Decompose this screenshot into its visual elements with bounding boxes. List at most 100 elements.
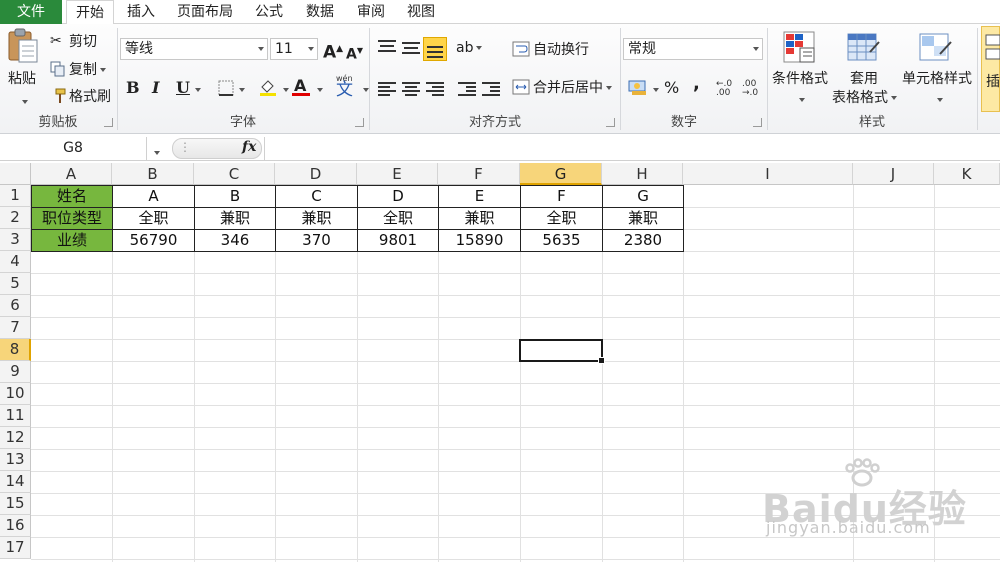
number-format-combo[interactable]: 常规 [623, 38, 763, 60]
name-box[interactable]: G8 [0, 137, 147, 160]
alignment-launcher-icon[interactable] [606, 118, 615, 127]
name-box-dropdown-icon[interactable] [151, 145, 160, 160]
accounting-dropdown-icon[interactable] [650, 82, 659, 97]
shrink-font-icon[interactable]: A▼ [346, 41, 363, 65]
align-bottom-icon[interactable] [423, 37, 447, 61]
clipboard-launcher-icon[interactable] [104, 118, 113, 127]
cell-b3[interactable]: 56790 [113, 230, 194, 251]
row-header-3[interactable]: 3 [0, 229, 31, 251]
active-cell-g8[interactable] [519, 339, 605, 364]
paste-dropdown-icon[interactable] [19, 94, 28, 109]
cell-b2[interactable]: 全职 [113, 208, 194, 229]
cell-c3[interactable]: 346 [195, 230, 275, 251]
row-header-9[interactable]: 9 [0, 361, 31, 383]
font-launcher-icon[interactable] [355, 118, 364, 127]
cell-g3[interactable]: 5635 [521, 230, 602, 251]
italic-button[interactable]: I [152, 78, 159, 98]
cell-f2[interactable]: 兼职 [439, 208, 520, 229]
align-middle-icon[interactable] [402, 42, 420, 56]
cell-d1[interactable]: C [276, 186, 357, 207]
cell-d3[interactable]: 370 [276, 230, 357, 251]
tab-insert[interactable]: 插入 [118, 0, 164, 24]
insert-function-icon[interactable]: fx [242, 139, 256, 155]
align-top-icon[interactable] [378, 40, 396, 54]
cell-styles-button[interactable]: 单元格样式 [902, 70, 972, 88]
format-painter-button[interactable]: 格式刷 [69, 88, 111, 106]
column-header-h[interactable]: H [602, 163, 683, 185]
percent-button[interactable]: % [664, 78, 679, 98]
row-header-5[interactable]: 5 [0, 273, 31, 295]
cell-h1[interactable]: G [603, 186, 683, 207]
row-header-10[interactable]: 10 [0, 383, 31, 405]
decrease-indent-icon[interactable] [458, 82, 476, 96]
table-format-label-1[interactable]: 套用 [850, 70, 878, 88]
cell-b1[interactable]: A [113, 186, 194, 207]
cell-a2[interactable]: 职位类型 [32, 208, 112, 229]
tab-page-layout[interactable]: 页面布局 [168, 0, 242, 24]
phonetic-dropdown-icon[interactable] [360, 82, 369, 97]
cell-h2[interactable]: 兼职 [603, 208, 683, 229]
cell-a1[interactable]: 姓名 [32, 186, 112, 207]
column-header-k[interactable]: K [934, 163, 1000, 185]
row-header-4[interactable]: 4 [0, 251, 31, 273]
paste-button[interactable]: 粘贴 [8, 70, 36, 88]
row-header-15[interactable]: 15 [0, 493, 31, 515]
cell-e2[interactable]: 全职 [358, 208, 438, 229]
underline-button[interactable]: U [176, 78, 190, 98]
align-center-icon[interactable] [402, 82, 420, 96]
column-header-b[interactable]: B [112, 163, 194, 185]
cell-f3[interactable]: 15890 [439, 230, 520, 251]
tab-data[interactable]: 数据 [296, 0, 344, 24]
column-header-i[interactable]: I [683, 163, 853, 185]
cell-d2[interactable]: 兼职 [276, 208, 357, 229]
wrap-text-button[interactable]: 自动换行 [533, 41, 589, 59]
row-header-16[interactable]: 16 [0, 515, 31, 537]
insert-cells-button[interactable]: 插 [981, 26, 1000, 112]
increase-indent-icon[interactable] [482, 82, 500, 96]
copy-button[interactable]: 复制 [69, 61, 106, 79]
fill-color-icon[interactable] [258, 77, 278, 101]
number-launcher-icon[interactable] [753, 118, 762, 127]
cell-e3[interactable]: 9801 [358, 230, 438, 251]
column-header-c[interactable]: C [194, 163, 275, 185]
increase-decimal-icon[interactable]: ←.0.00 [716, 80, 732, 98]
tab-file[interactable]: 文件 [0, 0, 62, 24]
merge-center-button[interactable]: 合并后居中 [533, 79, 612, 97]
row-header-12[interactable]: 12 [0, 427, 31, 449]
border-icon[interactable] [218, 80, 234, 100]
align-right-icon[interactable] [426, 82, 444, 96]
row-header-2[interactable]: 2 [0, 207, 31, 229]
cell-h3[interactable]: 2380 [603, 230, 683, 251]
underline-dropdown-icon[interactable] [192, 82, 201, 97]
cell-c2[interactable]: 兼职 [195, 208, 275, 229]
row-header-8[interactable]: 8 [0, 339, 31, 361]
cell-c1[interactable]: B [195, 186, 275, 207]
row-header-6[interactable]: 6 [0, 295, 31, 317]
column-header-e[interactable]: E [357, 163, 438, 185]
cut-button[interactable]: 剪切 [69, 33, 97, 51]
fill-color-dropdown-icon[interactable] [280, 82, 289, 97]
row-header-1[interactable]: 1 [0, 185, 31, 207]
tab-view[interactable]: 视图 [397, 0, 445, 24]
column-header-a[interactable]: A [31, 163, 112, 185]
comma-button[interactable]: , [693, 74, 700, 94]
border-dropdown-icon[interactable] [236, 82, 245, 97]
select-all-corner[interactable] [0, 163, 31, 185]
table-format-button[interactable]: 表格格式 [832, 89, 897, 107]
cell-g2[interactable]: 全职 [521, 208, 602, 229]
formula-input[interactable] [264, 137, 1000, 160]
font-color-icon[interactable]: A [292, 76, 310, 98]
cell-g1[interactable]: F [521, 186, 602, 207]
accounting-format-icon[interactable] [628, 78, 648, 100]
orientation-icon[interactable]: ab [456, 40, 483, 56]
row-header-11[interactable]: 11 [0, 405, 31, 427]
conditional-dropdown-icon[interactable] [796, 92, 805, 107]
font-name-combo[interactable]: 等线 [120, 38, 268, 60]
font-size-combo[interactable]: 11 [270, 38, 318, 60]
cell-f1[interactable]: E [439, 186, 520, 207]
bold-button[interactable]: B [126, 78, 140, 98]
row-header-14[interactable]: 14 [0, 471, 31, 493]
tab-home[interactable]: 开始 [66, 0, 114, 25]
tab-review[interactable]: 审阅 [347, 0, 395, 24]
column-header-j[interactable]: J [853, 163, 934, 185]
